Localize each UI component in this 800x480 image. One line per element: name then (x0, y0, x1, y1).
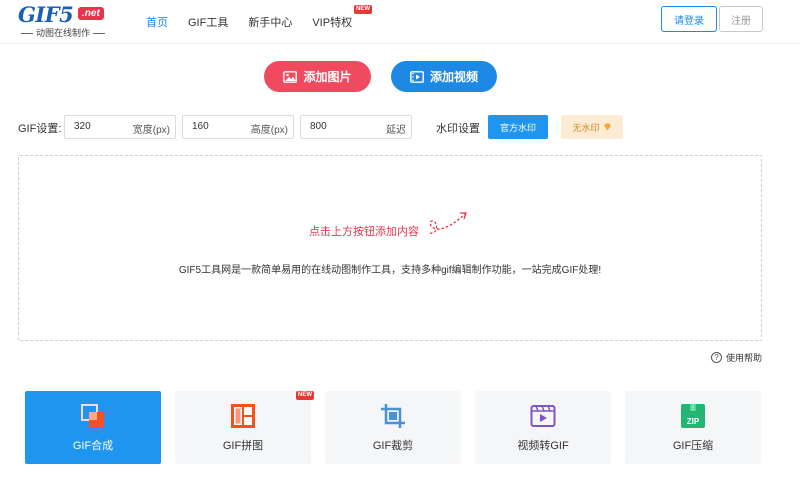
nav-item-gif-tools[interactable]: GIF工具 (188, 14, 228, 30)
tool-label: GIF裁剪 (372, 440, 414, 452)
upload-dropzone[interactable]: 点击上方按钮添加内容 GIF5工具网是一款简单易用的在线动图制作工具，支持多种g… (18, 155, 762, 341)
register-button[interactable]: 注册 (719, 6, 763, 32)
nav-item-home[interactable]: 首页 (146, 14, 168, 30)
height-value: 160 (192, 121, 209, 132)
tool-gif-collage[interactable]: NEW GIF拼图 (175, 391, 314, 464)
zip-icon-text: ZIP (687, 417, 700, 426)
dropzone-description: GIF5工具网是一款简单易用的在线动图制作工具，支持多种gif编辑制作功能，一站… (178, 265, 602, 276)
width-unit: 宽度(px) (132, 125, 170, 136)
nav-item-vip[interactable]: VIP特权 NEW (312, 5, 373, 30)
nav-item-beginner[interactable]: 新手中心 (248, 14, 292, 30)
no-watermark-button[interactable]: 无水印 (561, 115, 623, 139)
video-to-gif-icon (530, 405, 556, 427)
width-input[interactable]: 320 宽度(px) (64, 115, 176, 139)
video-icon (410, 70, 424, 83)
new-badge: NEW (296, 391, 314, 400)
tool-gif-compress[interactable]: ZIP GIF压缩 (625, 391, 761, 464)
logo-subtitle: 动图在线制作 (18, 26, 108, 39)
tool-label: GIF压缩 (672, 440, 714, 452)
gif-settings: GIF设置: 320 宽度(px) 160 高度(px) 800 延迟 水印设置… (18, 115, 798, 139)
width-value: 320 (74, 121, 91, 132)
gif-collage-icon (231, 404, 255, 428)
height-unit: 高度(px) (250, 125, 288, 136)
header: GIF5 .net 动图在线制作 首页 GIF工具 新手中心 VIP特权 NEW… (0, 0, 800, 44)
help-label: 使用帮助 (726, 353, 763, 363)
dropzone-hint: 点击上方按钮添加内容 (309, 226, 419, 238)
official-watermark-button[interactable]: 官方水印 (488, 115, 548, 139)
add-video-button[interactable]: 添加视频 (391, 61, 497, 92)
watermark-label: 水印设置 (436, 123, 480, 135)
no-watermark-label: 无水印 (572, 122, 600, 133)
crop-icon (381, 404, 405, 428)
add-image-label: 添加图片 (303, 70, 352, 84)
add-image-button[interactable]: 添加图片 (264, 61, 371, 92)
help-link[interactable]: ? 使用帮助 (711, 351, 762, 364)
tool-label: 视频转GIF (517, 440, 569, 452)
site-logo[interactable]: GIF5 .net 动图在线制作 (18, 2, 110, 39)
tool-gif-crop[interactable]: GIF裁剪 (325, 391, 461, 464)
height-input[interactable]: 160 高度(px) (182, 115, 294, 139)
delay-unit: 延迟 (386, 125, 406, 136)
login-button[interactable]: 请登录 (661, 6, 717, 32)
gif-settings-label: GIF设置: (18, 123, 62, 135)
delay-input[interactable]: 800 延迟 (300, 115, 412, 139)
image-icon (283, 70, 298, 83)
logo-text: GIF5 (18, 2, 74, 27)
nav-item-vip-label: VIP特权 (312, 17, 353, 29)
gif-compose-icon (81, 404, 104, 427)
help-icon: ? (711, 352, 722, 363)
add-video-label: 添加视频 (429, 70, 478, 84)
curved-arrow-icon (429, 212, 467, 234)
delay-value: 800 (310, 121, 327, 132)
new-badge: NEW (354, 5, 373, 14)
tool-gif-compose[interactable]: GIF合成 (25, 391, 161, 464)
tool-video-to-gif[interactable]: 视频转GIF (475, 391, 611, 464)
tool-label: GIF合成 (72, 440, 114, 452)
main-nav: 首页 GIF工具 新手中心 VIP特权 NEW (136, 0, 373, 44)
tool-label: GIF拼图 (222, 440, 264, 452)
zip-icon: ZIP (681, 404, 705, 428)
diamond-icon (603, 123, 611, 131)
logo-badge: .net (78, 7, 104, 20)
